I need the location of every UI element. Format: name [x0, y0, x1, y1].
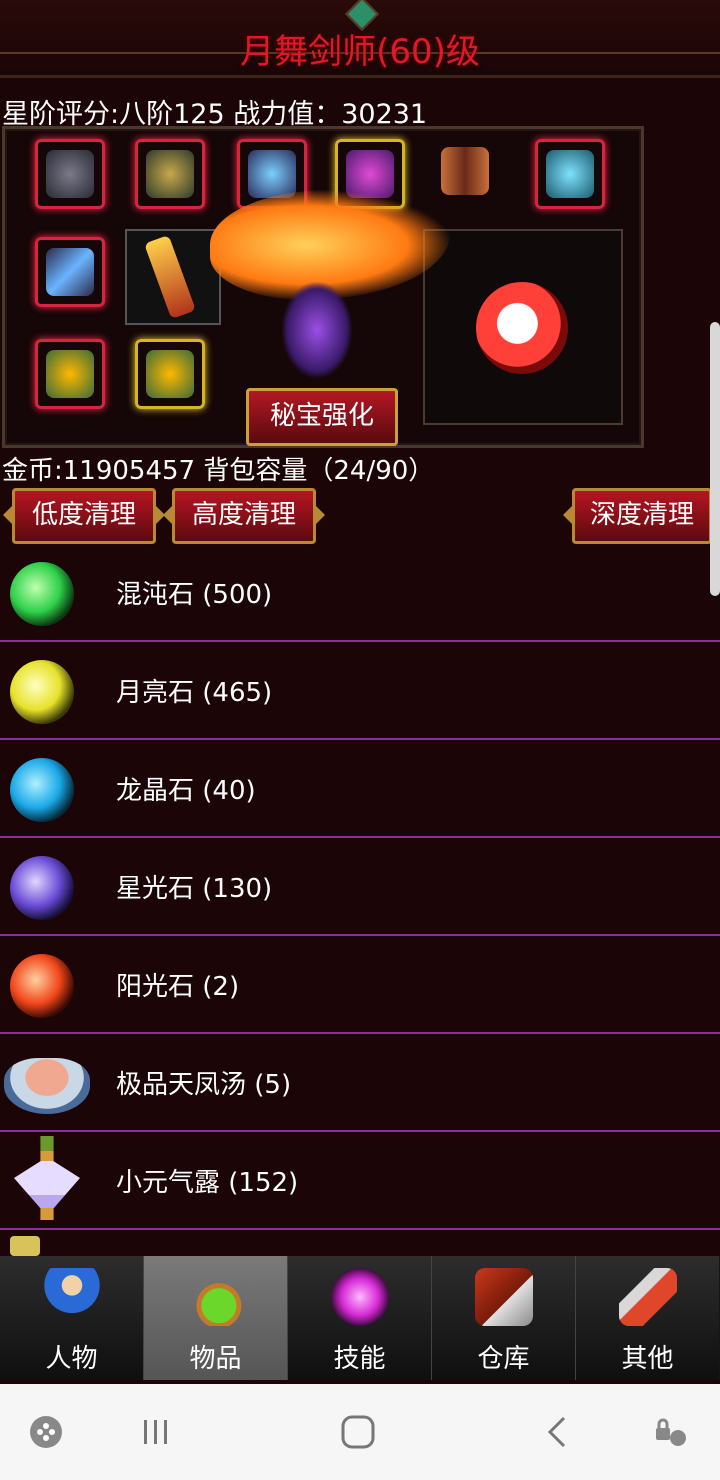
tab-label: 物品 [189, 1344, 242, 1374]
list-item[interactable]: 极品天凤汤 (5) [0, 1034, 720, 1132]
diamond-bottle-icon [14, 1136, 80, 1220]
necklace-icon [46, 248, 94, 296]
low-clean-button[interactable]: 低度清理 [3, 488, 165, 544]
tab-items[interactable]: 物品 [144, 1256, 288, 1380]
recent-apps-icon[interactable] [138, 1414, 174, 1450]
list-item[interactable]: 混沌石 (500) [0, 544, 720, 642]
soup-bowl-icon [4, 1058, 90, 1114]
system-navigation-bar [0, 1384, 720, 1480]
gold-capacity-text: 金币:11905457 背包容量（24/90） [2, 456, 435, 486]
tab-warehouse[interactable]: 仓库 [432, 1256, 576, 1380]
character-icon [43, 1268, 101, 1326]
tab-other[interactable]: 其他 [576, 1256, 719, 1380]
list-item[interactable] [0, 1230, 720, 1256]
list-item[interactable]: 星光石 (130) [0, 838, 720, 936]
touch-lock-icon[interactable] [652, 1414, 688, 1450]
ring-right-slot[interactable] [135, 339, 205, 409]
ring-left-slot[interactable] [35, 339, 105, 409]
boots-slot[interactable] [433, 139, 497, 203]
blue-orb-icon [10, 758, 74, 822]
item-name: 月亮石 (465) [116, 678, 273, 708]
armor-slot[interactable] [135, 139, 205, 209]
green-orb-icon [10, 562, 74, 626]
item-list[interactable]: 混沌石 (500) 月亮石 (465) 龙晶石 (40) 星光石 (130) 阳… [0, 544, 720, 1256]
list-item[interactable]: 小元气露 (152) [0, 1132, 720, 1230]
tab-label: 其他 [621, 1344, 674, 1374]
list-item[interactable]: 阳光石 (2) [0, 936, 720, 1034]
skill-icon [331, 1268, 389, 1326]
character-model [282, 282, 352, 378]
warehouse-icon [475, 1268, 533, 1326]
deep-clean-button[interactable]: 深度清理 [563, 488, 720, 544]
sword-icon [144, 234, 196, 320]
yellow-orb-icon [10, 660, 74, 724]
wings-icon [546, 150, 594, 198]
item-name: 星光石 (130) [116, 874, 273, 904]
list-item[interactable]: 月亮石 (465) [0, 642, 720, 740]
potion-icon [187, 1268, 245, 1326]
secret-treasure-enhance-button[interactable]: 秘宝强化 [246, 388, 398, 446]
ring-icon [46, 350, 94, 398]
ring-icon [146, 350, 194, 398]
helmet-icon [46, 150, 94, 198]
pet-icon [476, 282, 568, 374]
item-name: 阳光石 (2) [116, 972, 240, 1002]
item-name: 混沌石 (500) [116, 580, 273, 610]
other-icon [619, 1268, 677, 1326]
scrollbar[interactable] [710, 322, 720, 596]
page-title: 月舞剑师(60)级 [240, 32, 480, 72]
list-item[interactable]: 龙晶石 (40) [0, 740, 720, 838]
boots-icon [441, 147, 489, 195]
tab-label: 仓库 [477, 1344, 530, 1374]
tab-label: 人物 [45, 1344, 98, 1374]
bottom-nav: 人物 物品 技能 仓库 其他 [0, 1256, 720, 1380]
wings-slot[interactable] [535, 139, 605, 209]
purple-orb-icon [10, 856, 74, 920]
armor-icon [146, 150, 194, 198]
tab-skills[interactable]: 技能 [288, 1256, 432, 1380]
home-icon[interactable] [340, 1414, 376, 1450]
helmet-slot[interactable] [35, 139, 105, 209]
tab-label: 技能 [333, 1344, 386, 1374]
item-name: 小元气露 (152) [116, 1168, 299, 1198]
shoulder-icon [248, 150, 296, 198]
tab-character[interactable]: 人物 [0, 1256, 144, 1380]
item-name: 极品天凤汤 (5) [116, 1070, 292, 1100]
item-name: 龙晶石 (40) [116, 776, 256, 806]
game-tools-icon[interactable] [28, 1414, 64, 1450]
necklace-slot[interactable] [35, 237, 105, 307]
back-icon[interactable] [540, 1414, 576, 1450]
weapon-slot[interactable] [125, 229, 221, 325]
high-clean-button[interactable]: 高度清理 [163, 488, 325, 544]
partial-item-icon [10, 1236, 40, 1256]
red-orb-icon [10, 954, 74, 1018]
